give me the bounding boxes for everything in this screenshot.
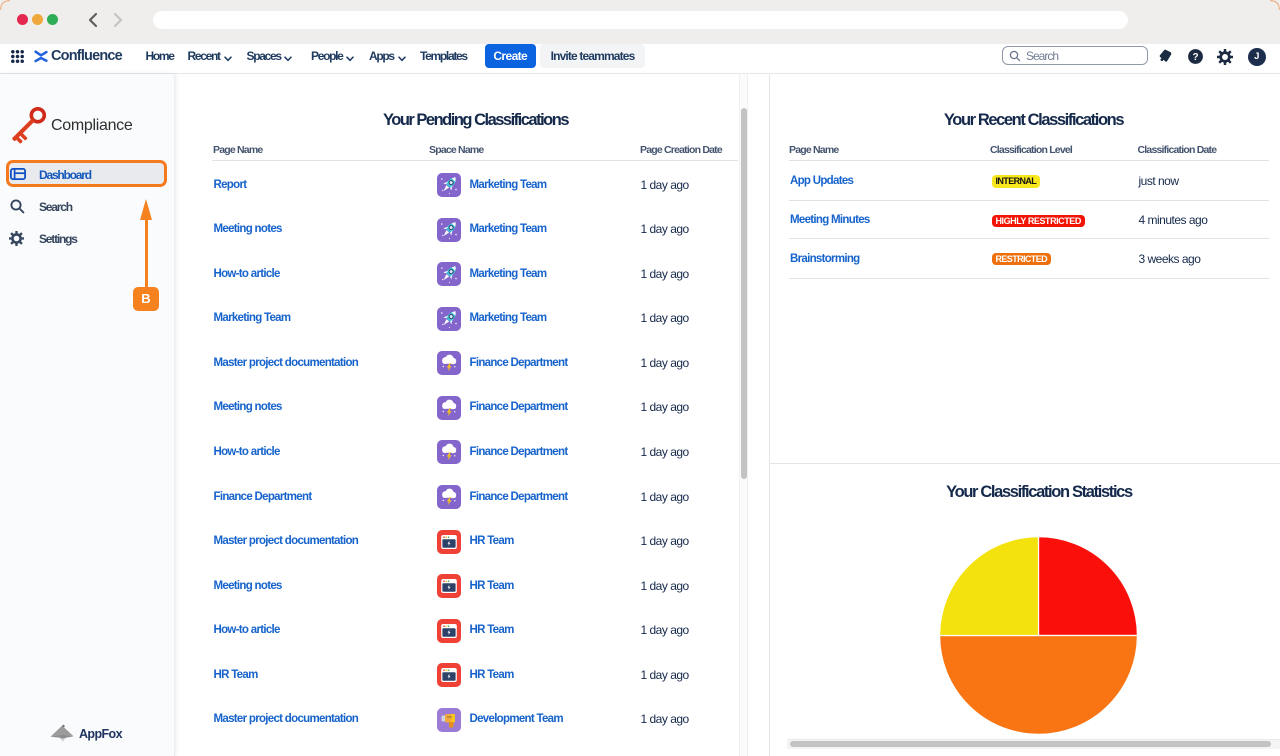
svg-text:?: ? xyxy=(1192,52,1198,63)
